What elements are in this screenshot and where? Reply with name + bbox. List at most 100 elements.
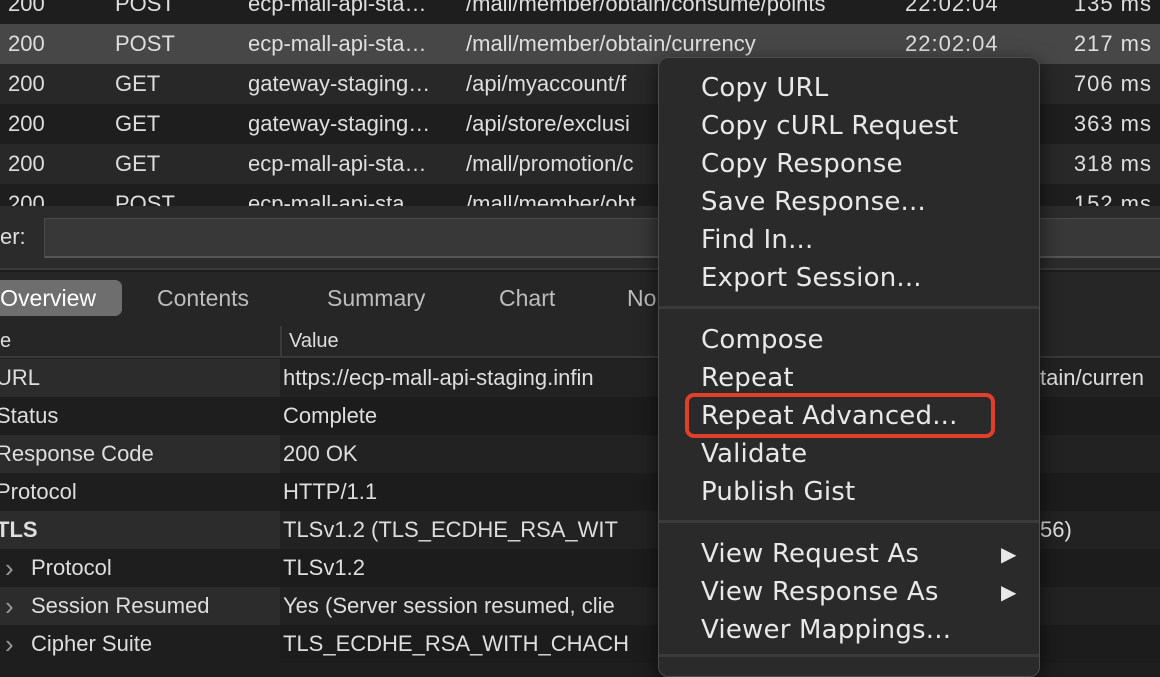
- request-host: gateway-staging…: [248, 111, 431, 136]
- request-duration: 217 ms: [1073, 31, 1152, 56]
- menu-item-label: View Request As: [701, 539, 920, 569]
- request-duration: 135 ms: [1073, 0, 1152, 16]
- overview-row-name: URL: [0, 359, 280, 397]
- menu-separator: [659, 306, 1039, 309]
- filter-label: er:: [0, 224, 26, 249]
- tab-chart[interactable]: Chart: [499, 280, 555, 316]
- request-duration: 318 ms: [1073, 151, 1152, 176]
- menu-item-label: Viewer Mappings...: [701, 615, 952, 645]
- menu-item-view-request-as[interactable]: View Request As ▶: [701, 535, 1016, 573]
- menu-item-copy-url[interactable]: Copy URL: [701, 69, 828, 107]
- menu-item-label: Copy URL: [701, 73, 829, 103]
- column-value[interactable]: Value: [289, 324, 339, 358]
- overview-row-value: 200 OK: [283, 441, 358, 466]
- menu-item-save-response[interactable]: Save Response...: [701, 183, 926, 221]
- overview-row-name: TLS: [0, 511, 280, 549]
- overview-name-text: Session Resumed: [31, 593, 210, 618]
- request-code: 200: [8, 191, 45, 206]
- menu-separator: [659, 654, 1039, 657]
- request-method: GET: [115, 151, 161, 176]
- highlight-box: [685, 393, 995, 438]
- request-row[interactable]: 200 POST ecp-mall-api-sta… /mall/member/obt…: [0, 0, 1160, 24]
- tab-overview[interactable]: Overview: [0, 280, 122, 316]
- menu-item-viewer-mappings[interactable]: Viewer Mappings...: [701, 611, 951, 649]
- menu-item-repeat[interactable]: Repeat: [701, 359, 794, 397]
- request-method: POST: [115, 31, 175, 56]
- request-code: 200: [8, 0, 45, 16]
- overview-row-value: Yes (Server session resumed, clie: [283, 593, 615, 618]
- menu-item-view-response-as[interactable]: View Response As ▶: [701, 573, 1016, 611]
- overview-name-text: Protocol: [31, 555, 112, 580]
- menu-item-publish-gist[interactable]: Publish Gist: [701, 473, 855, 511]
- overview-name-text: Status: [0, 403, 59, 428]
- menu-item-label: Copy Response: [701, 149, 903, 179]
- request-path: /api/store/exclusi: [466, 111, 630, 136]
- request-code: 200: [8, 151, 45, 176]
- request-time: 22:02:04: [905, 0, 999, 16]
- overview-row-value-tail: tain/curren: [1040, 365, 1144, 390]
- chevron-right-icon[interactable]: ›: [5, 549, 14, 587]
- request-duration: 152 ms: [1073, 191, 1152, 206]
- request-duration: 706 ms: [1073, 71, 1152, 96]
- menu-item-label: Copy cURL Request: [701, 111, 959, 141]
- overview-name-text: URL: [0, 365, 41, 390]
- request-host: ecp-mall-api-sta…: [248, 31, 427, 56]
- overview-name-text: Cipher Suite: [31, 631, 153, 656]
- request-method: POST: [115, 0, 175, 16]
- request-host: ecp-mall-api-sta…: [248, 151, 427, 176]
- column-name[interactable]: e: [0, 324, 11, 358]
- menu-item-export-session[interactable]: Export Session...: [701, 259, 922, 297]
- overview-row-value: HTTP/1.1: [283, 479, 378, 504]
- submenu-arrow-icon: ▶: [1001, 542, 1017, 566]
- request-method: POST: [115, 191, 175, 206]
- request-path: /mall/member/obtain/consume/points: [466, 0, 826, 16]
- overview-row-value: TLSv1.2: [283, 555, 365, 580]
- request-path: /api/myaccount/f: [466, 71, 627, 96]
- overview-name-text: Response Code: [0, 441, 154, 466]
- overview-row-value: https://ecp-mall-api-staging.infin: [283, 365, 594, 390]
- context-menu: Copy URL Copy cURL Request Copy Response Sa…: [658, 57, 1040, 677]
- menu-item-copy-response[interactable]: Copy Response: [701, 145, 903, 183]
- request-path: /mall/promotion/c: [466, 151, 634, 176]
- menu-item-label: View Response As: [701, 577, 939, 607]
- overview-name-text: TLS: [0, 517, 38, 542]
- request-path: /mall/member/obt: [466, 191, 636, 206]
- tab-contents[interactable]: Contents: [157, 280, 249, 316]
- menu-item-label: Find In...: [701, 225, 814, 255]
- menu-item-validate[interactable]: Validate: [701, 435, 807, 473]
- menu-separator: [659, 520, 1039, 523]
- menu-item-find-in[interactable]: Find In...: [701, 221, 813, 259]
- overview-row-name: › Protocol: [0, 549, 280, 587]
- request-method: GET: [115, 111, 161, 136]
- request-duration: 363 ms: [1073, 111, 1152, 136]
- overview-row-value: Complete: [283, 403, 378, 428]
- chevron-right-icon[interactable]: ›: [5, 625, 14, 663]
- column-divider: [280, 326, 282, 356]
- menu-item-label: Save Response...: [701, 187, 926, 217]
- request-host: ecp-mall-api-sta…: [248, 191, 427, 206]
- overview-row-value: TLSv1.2 (TLS_ECDHE_RSA_WIT: [283, 517, 618, 542]
- overview-row-value-tail: 56): [1040, 517, 1072, 542]
- overview-row-value: TLS_ECDHE_RSA_WITH_CHACH: [283, 631, 629, 656]
- menu-item-compose[interactable]: Compose: [701, 321, 824, 359]
- overview-row-name: › Session Resumed: [0, 587, 280, 625]
- submenu-arrow-icon: ▶: [1001, 580, 1017, 604]
- request-code: 200: [8, 71, 45, 96]
- menu-item-copy-curl-request[interactable]: Copy cURL Request: [701, 107, 958, 145]
- overview-name-text: Protocol: [0, 479, 77, 504]
- menu-item-label: Publish Gist: [701, 477, 856, 507]
- overview-row-name: Response Code: [0, 435, 280, 473]
- tab-summary[interactable]: Summary: [327, 280, 425, 316]
- menu-item-label: Export Session...: [701, 263, 922, 293]
- chevron-right-icon[interactable]: ›: [5, 587, 14, 625]
- menu-item-label: Repeat: [701, 363, 794, 393]
- request-method: GET: [115, 71, 161, 96]
- overview-row-name: › Cipher Suite: [0, 625, 280, 663]
- request-host: ecp-mall-api-sta…: [248, 0, 427, 16]
- request-host: gateway-staging…: [248, 71, 431, 96]
- request-code: 200: [8, 111, 45, 136]
- overview-row-name: Protocol: [0, 473, 280, 511]
- menu-item-label: Validate: [701, 439, 808, 469]
- overview-row-name: Status: [0, 397, 280, 435]
- tab-notes[interactable]: No: [627, 280, 656, 316]
